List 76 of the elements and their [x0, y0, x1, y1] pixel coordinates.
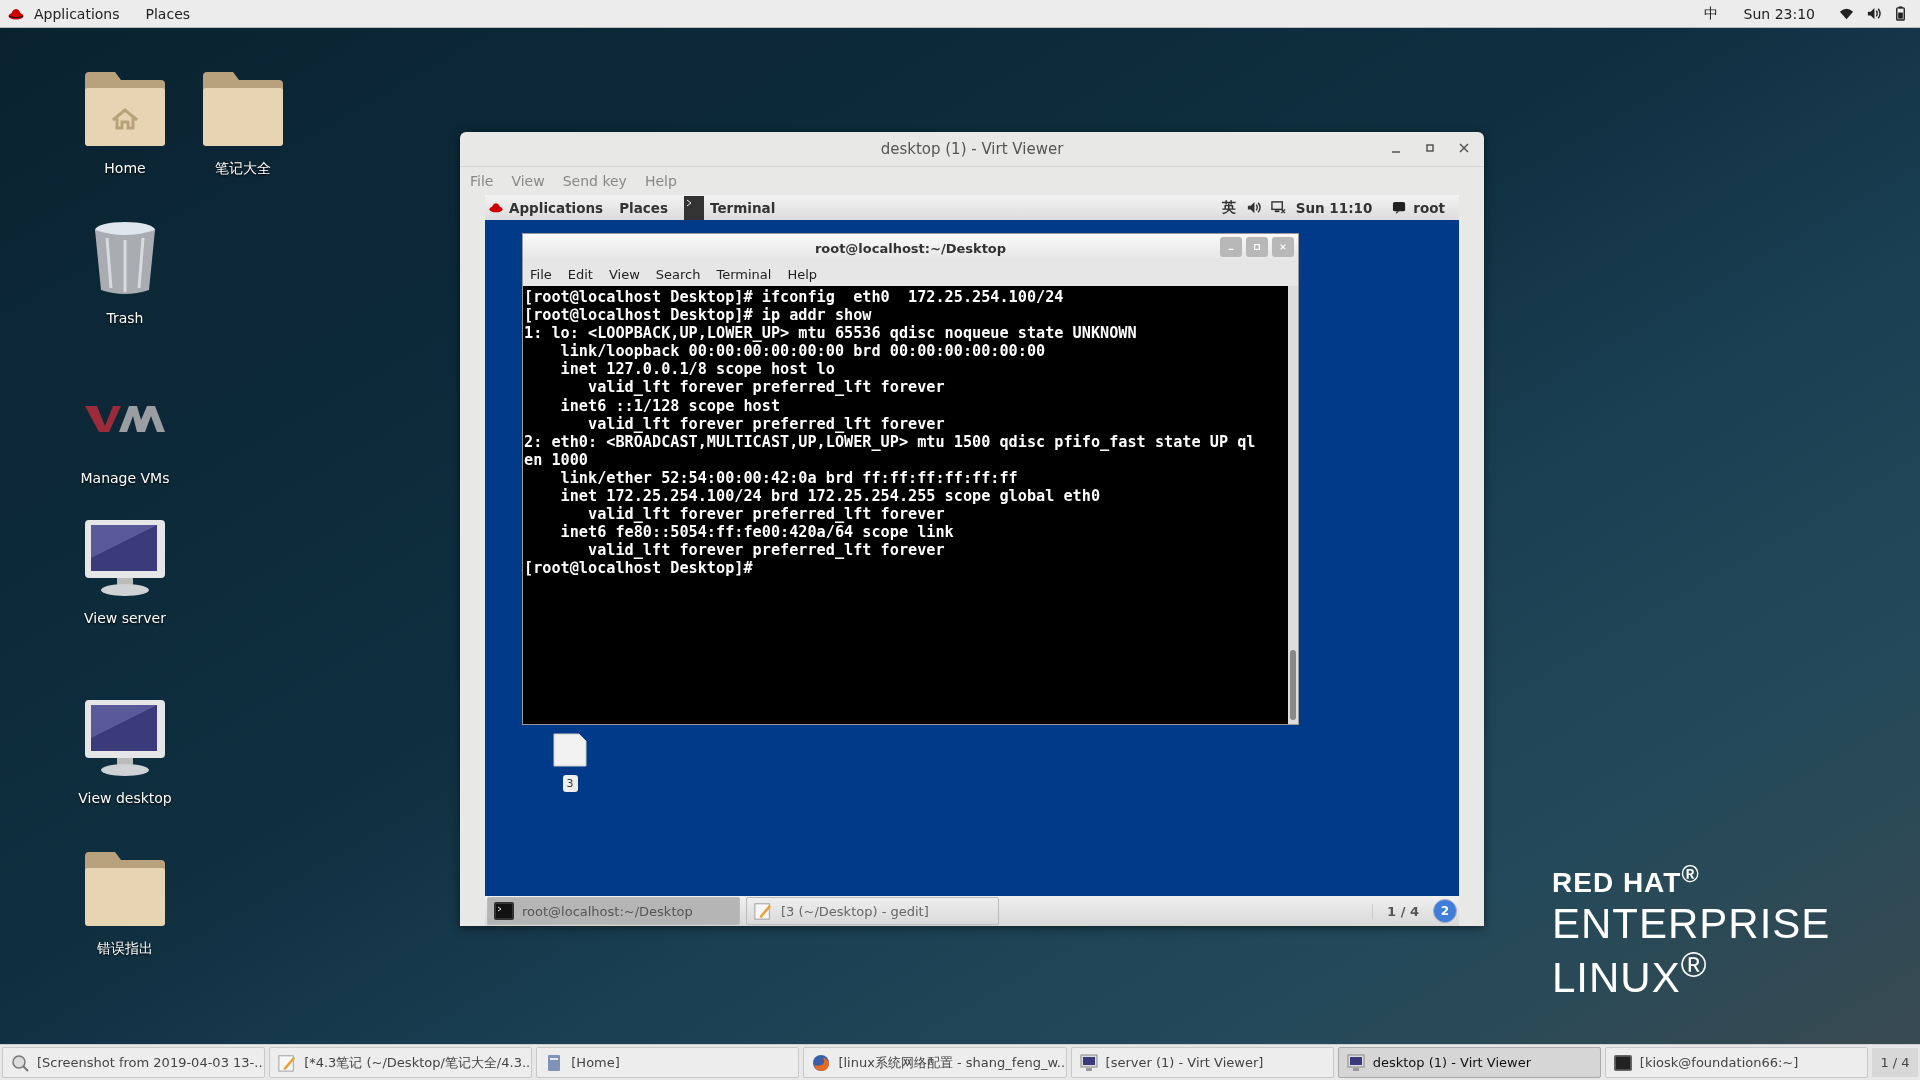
battery-icon[interactable]: [1893, 6, 1908, 21]
terminal-line: inet 172.25.254.100/24 brd 172.25.254.255 scope global eth0: [559, 487, 1102, 506]
volume-icon[interactable]: [1866, 6, 1881, 21]
window-title: root@localhost:~/Desktop: [814, 240, 1007, 256]
task-button[interactable]: [server (1) - Virt Viewer]: [1070, 1047, 1334, 1078]
menu-item[interactable]: Edit: [567, 266, 593, 282]
desktop-icon-label[interactable]: 笔记大全: [215, 160, 271, 178]
file-label[interactable]: 3: [562, 775, 578, 792]
desktop-icon-label[interactable]: Home: [104, 160, 146, 176]
monitor-icon[interactable]: [83, 698, 167, 778]
maximize-icon[interactable]: [1424, 142, 1436, 154]
document-icon[interactable]: [553, 733, 587, 767]
clock[interactable]: Sun 11:10: [1295, 199, 1373, 216]
terminal-line: [root@localhost Desktop]# ip addr show: [524, 306, 873, 325]
globe-icon[interactable]: [812, 1053, 831, 1072]
input-method-indicator[interactable]: 中: [1703, 4, 1718, 23]
brand-logo-text: ENTERPRISE: [1552, 903, 1831, 946]
window-title: desktop (1) - Virt Viewer: [880, 140, 1064, 158]
terminal-line: inet6 ::1/128 scope host: [559, 396, 782, 415]
terminal-line: link/loopback 00:00:00:00:00:00 brd 00:00:00:00:00:00: [559, 342, 1047, 361]
desktop-icon-label[interactable]: View server: [84, 610, 166, 626]
wifi-icon[interactable]: [1839, 6, 1854, 21]
menu-item[interactable]: Search: [655, 266, 701, 282]
panel-menu[interactable]: Places: [619, 199, 668, 216]
desktop-icon-label[interactable]: Manage VMs: [80, 470, 170, 486]
panel-menu[interactable]: Applications: [509, 199, 604, 216]
task-button[interactable]: [kiosk@foundation66:~]: [1604, 1047, 1868, 1078]
network-icon[interactable]: [1270, 200, 1286, 215]
workspace-indicator[interactable]: 1 / 4: [1872, 1048, 1918, 1077]
task-button[interactable]: desktop (1) - Virt Viewer: [1337, 1047, 1601, 1078]
terminal-line: [root@localhost Desktop]#: [524, 559, 754, 578]
terminal-line: 1: lo: <LOOPBACK,UP,LOWER_UP> mtu 65536 qdisc noqueue state UNKNOWN: [524, 324, 1138, 343]
task-button[interactable]: [linux系统网络配置 - shang_feng_w...: [803, 1047, 1067, 1078]
notification-badge[interactable]: 2: [1433, 899, 1457, 923]
user-name[interactable]: root: [1413, 199, 1445, 216]
panel-menu[interactable]: Places: [145, 5, 191, 22]
task-button[interactable]: [Home]: [536, 1047, 800, 1078]
input-method-indicator[interactable]: 英: [1221, 198, 1236, 217]
terminal-line: [root@localhost Desktop]# ifconfig eth0 172.25.254.100/24: [524, 288, 1065, 307]
task-button[interactable]: [3 (~/Desktop) - gedit]: [746, 897, 999, 925]
desktop-icon-label[interactable]: Trash: [106, 310, 144, 326]
terminal-line: link/ether 52:54:00:00:42:0a brd ff:ff:ff:ff:ff:ff: [559, 468, 1019, 488]
brand-logo-text: LINUX$^{®}$: [1552, 947, 1709, 1000]
terminal-line: inet 127.0.0.1/8 scope host lo: [559, 360, 836, 379]
menu-item[interactable]: File: [530, 266, 552, 282]
hat-icon[interactable]: [489, 202, 503, 213]
terminal-line: valid_lft forever preferred_lft forever: [587, 378, 946, 397]
scrollbar-thumb[interactable]: [1290, 650, 1296, 720]
terminal-icon[interactable]: [1613, 1053, 1632, 1072]
task-button[interactable]: [*4.3笔记 (~/Desktop/笔记大全/4.3...: [269, 1047, 533, 1078]
clock[interactable]: Sun 23:10: [1743, 5, 1815, 22]
hat-icon: [8, 7, 24, 20]
terminal-line: 2: eth0: <BROADCAST,MULTICAST,UP,LOWER_UP> mtu 1500 qdisc pfifo_fast state UP ql: [524, 432, 1257, 451]
task-button[interactable]: [Screenshot from 2019-04-03 13-...: [2, 1047, 266, 1078]
monitor-icon[interactable]: [1079, 1053, 1098, 1072]
workspace-indicator[interactable]: 1 / 4: [1372, 903, 1433, 919]
brand-logo-text: RED HAT$^{®}$: [1552, 863, 1701, 898]
desktop-icon-label[interactable]: 错误指出: [97, 940, 153, 958]
terminal-line: valid_lft forever preferred_lft forever: [587, 414, 946, 433]
monitor-icon[interactable]: [83, 518, 167, 598]
terminal-line: valid_lft forever preferred_lft forever: [587, 505, 946, 524]
task-button[interactable]: root@localhost:~/Desktop: [487, 897, 740, 925]
monitor-icon[interactable]: [1346, 1053, 1365, 1072]
menu-item[interactable]: Terminal: [716, 266, 772, 282]
menu-item[interactable]: Help: [787, 266, 818, 282]
volume-icon[interactable]: [1245, 200, 1261, 215]
terminal-line: en 1000: [524, 450, 589, 469]
close-icon[interactable]: [1458, 142, 1470, 154]
terminal-line: valid_lft forever preferred_lft forever: [587, 541, 946, 560]
active-app-label[interactable]: Terminal: [710, 199, 776, 216]
menu-item[interactable]: View: [608, 266, 640, 282]
panel-menu[interactable]: Applications: [34, 5, 120, 22]
magnifier-icon[interactable]: [11, 1053, 29, 1072]
terminal-icon[interactable]: [684, 195, 704, 220]
terminal-line: inet6 fe80::5054:ff:fe00:420a/64 scope link: [559, 523, 955, 542]
desktop-icon-label[interactable]: View desktop: [78, 790, 172, 806]
